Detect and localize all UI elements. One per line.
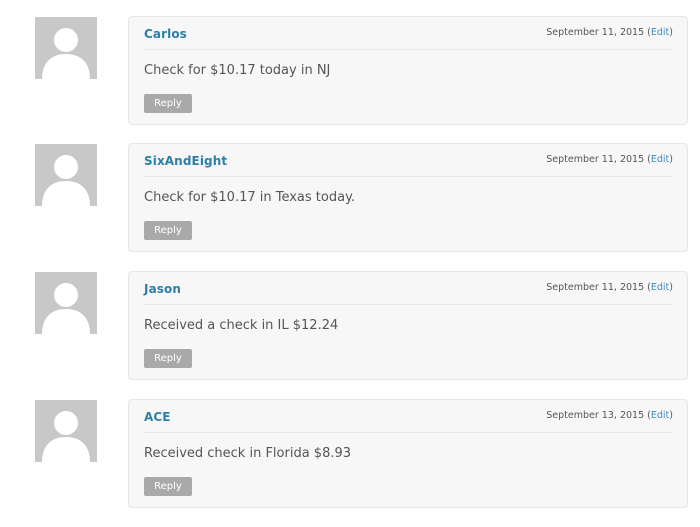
reply-button[interactable]: Reply bbox=[144, 94, 192, 113]
comment-body: Carlos September 11, 2015 (Edit) Check f… bbox=[128, 16, 688, 125]
comment-date[interactable]: September 13, 2015 bbox=[546, 410, 644, 421]
avatar bbox=[35, 400, 97, 462]
comment-date[interactable]: September 11, 2015 bbox=[546, 27, 644, 38]
comment-meta: September 11, 2015 (Edit) bbox=[546, 154, 673, 165]
comment-text: Check for $10.17 today in NJ bbox=[144, 63, 331, 78]
edit-link[interactable]: Edit bbox=[651, 410, 669, 421]
edit-link[interactable]: Edit bbox=[651, 27, 669, 38]
comment-meta: September 11, 2015 (Edit) bbox=[546, 282, 673, 293]
comment-date[interactable]: September 11, 2015 bbox=[546, 282, 644, 293]
avatar bbox=[35, 144, 97, 206]
edit-link[interactable]: Edit bbox=[651, 282, 669, 293]
edit-paren-close: ) bbox=[669, 282, 673, 293]
comment-text: Received check in Florida $8.93 bbox=[144, 446, 352, 461]
reply-button[interactable]: Reply bbox=[144, 349, 192, 368]
comment: Jason September 11, 2015 (Edit) Received… bbox=[0, 271, 700, 383]
comment-date[interactable]: September 11, 2015 bbox=[546, 154, 644, 165]
divider bbox=[144, 49, 673, 50]
reply-button[interactable]: Reply bbox=[144, 477, 192, 496]
comment-meta: September 11, 2015 (Edit) bbox=[546, 27, 673, 38]
comment-author[interactable]: Jason bbox=[144, 282, 181, 296]
edit-link[interactable]: Edit bbox=[651, 154, 669, 165]
edit-paren-close: ) bbox=[669, 27, 673, 38]
comment-meta: September 13, 2015 (Edit) bbox=[546, 410, 673, 421]
comment-body: Jason September 11, 2015 (Edit) Received… bbox=[128, 271, 688, 380]
comment: SixAndEight September 11, 2015 (Edit) Ch… bbox=[0, 143, 700, 255]
comment-text: Check for $10.17 in Texas today. bbox=[144, 190, 356, 205]
edit-paren-close: ) bbox=[669, 154, 673, 165]
comment-body: ACE September 13, 2015 (Edit) Received c… bbox=[128, 399, 688, 508]
person-icon bbox=[42, 155, 90, 206]
person-icon bbox=[42, 411, 90, 462]
comment-body: SixAndEight September 11, 2015 (Edit) Ch… bbox=[128, 143, 688, 252]
divider bbox=[144, 432, 673, 433]
comment: Carlos September 11, 2015 (Edit) Check f… bbox=[0, 16, 700, 128]
comment-author[interactable]: Carlos bbox=[144, 27, 187, 41]
avatar bbox=[35, 17, 97, 79]
edit-paren-close: ) bbox=[669, 410, 673, 421]
comment-list: Carlos September 11, 2015 (Edit) Check f… bbox=[0, 0, 700, 527]
reply-button[interactable]: Reply bbox=[144, 221, 192, 240]
comment: ACE September 13, 2015 (Edit) Received c… bbox=[0, 399, 700, 511]
divider bbox=[144, 304, 673, 305]
comment-author[interactable]: SixAndEight bbox=[144, 154, 227, 168]
divider bbox=[144, 176, 673, 177]
avatar bbox=[35, 272, 97, 334]
comment-text: Received a check in IL $12.24 bbox=[144, 318, 339, 333]
person-icon bbox=[42, 28, 90, 79]
person-icon bbox=[42, 283, 90, 334]
comment-author[interactable]: ACE bbox=[144, 410, 171, 424]
